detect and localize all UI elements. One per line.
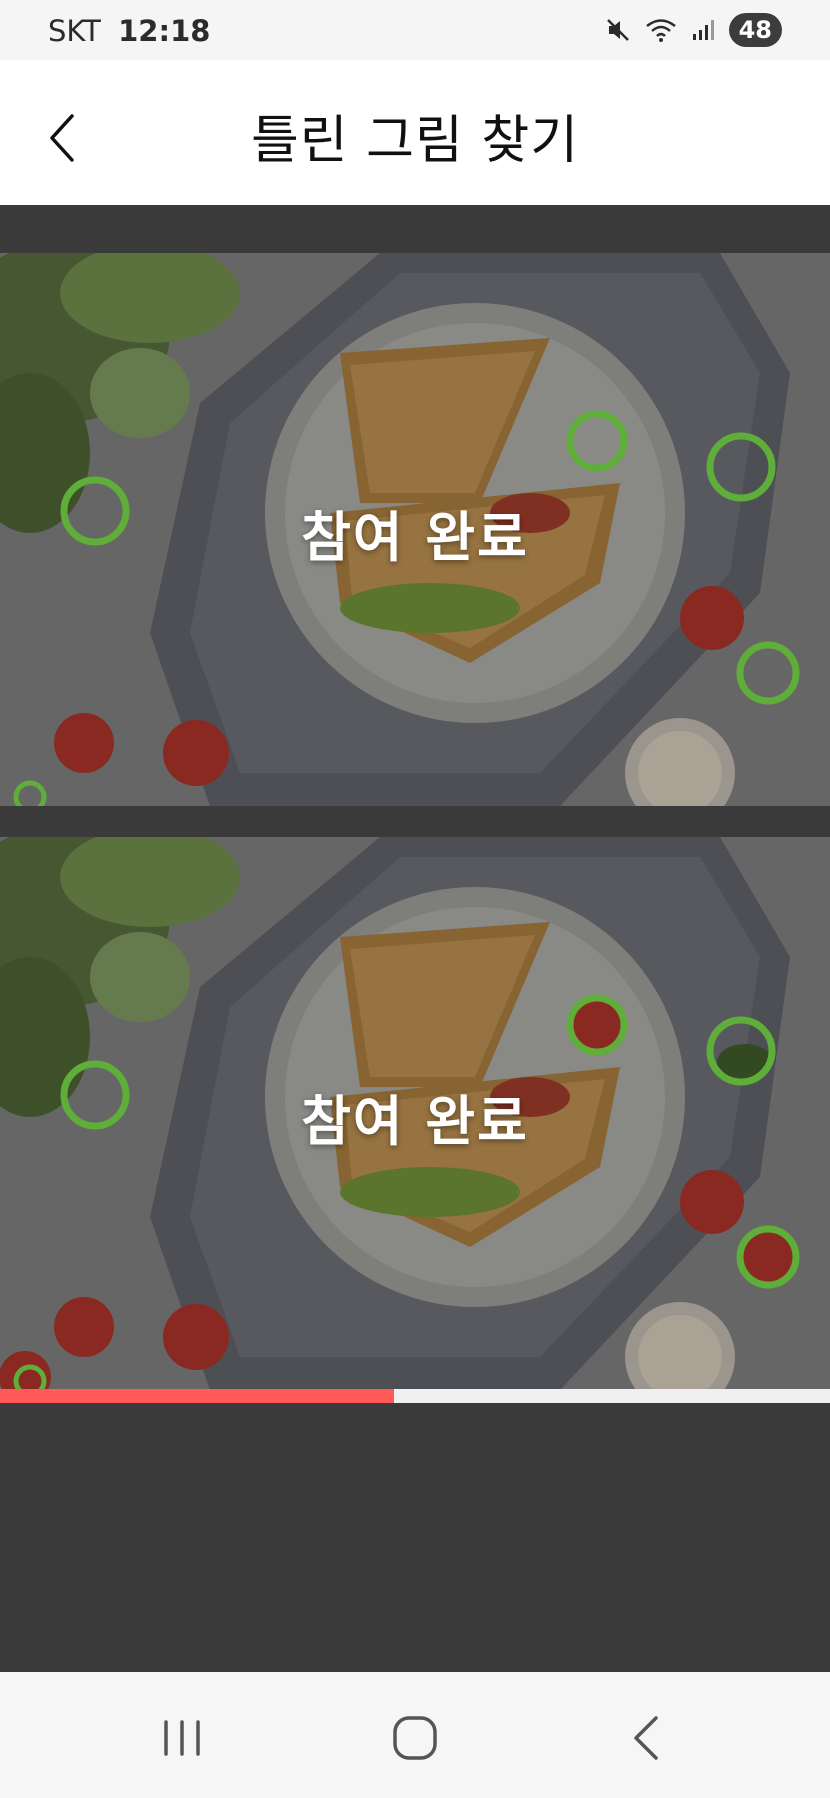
- recent-apps-icon: [164, 1720, 200, 1756]
- system-back-button[interactable]: [608, 1708, 688, 1768]
- wifi-icon: [645, 19, 676, 42]
- timer-progress-fill: [0, 1389, 395, 1403]
- timer-progress-bar: [0, 1389, 830, 1403]
- mute-icon: [606, 19, 629, 41]
- status-left: SKT 12:18: [48, 14, 210, 48]
- carrier-label: SKT: [48, 14, 101, 48]
- app-header: 틀린 그림 찾기: [0, 60, 830, 205]
- clock: 12:18: [118, 14, 211, 48]
- system-nav-bar: [0, 1672, 830, 1798]
- modified-image[interactable]: 참여 완료: [0, 837, 830, 1390]
- participation-complete-label: 참여 완료: [301, 1090, 529, 1153]
- home-icon: [393, 1716, 437, 1760]
- original-image[interactable]: 참여 완료: [0, 253, 830, 806]
- status-bar: SKT 12:18 48: [0, 0, 830, 60]
- home-button[interactable]: [375, 1708, 455, 1768]
- back-icon: [634, 1716, 658, 1760]
- signal-icon: [692, 20, 714, 40]
- status-icons: 48: [605, 12, 782, 48]
- page-title: 틀린 그림 찾기: [250, 111, 580, 171]
- recent-apps-button[interactable]: [142, 1708, 222, 1768]
- spot-difference-game: 참여 완료 참여 완료: [0, 205, 830, 1672]
- participation-complete-label: 참여 완료: [301, 506, 529, 569]
- battery-indicator: 48: [728, 13, 782, 47]
